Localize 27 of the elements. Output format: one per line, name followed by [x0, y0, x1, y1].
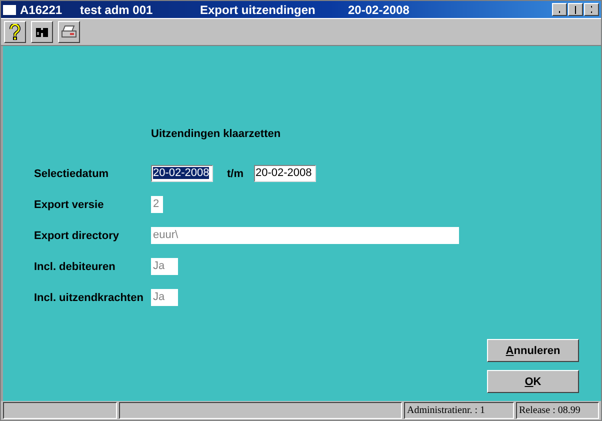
app-icon — [3, 4, 16, 14]
window-title: test adm 001 — [80, 2, 154, 16]
field-label: Incl. debiteuren — [34, 260, 116, 272]
field-label: Export directory — [34, 230, 120, 242]
window-title: Export uitzendingen — [200, 2, 316, 16]
field-label: Export versie — [34, 198, 105, 210]
input-field[interactable]: 20-02-2008 — [151, 165, 213, 182]
dialog-button[interactable]: OK — [487, 370, 579, 393]
form-heading: Uitzendingen klaarzetten — [151, 128, 282, 140]
printer-icon — [61, 25, 77, 39]
field-label: Incl. uitzendkrachten — [34, 292, 144, 304]
toolbar-button[interactable] — [58, 21, 80, 43]
window-title: 20-02-2008 — [348, 2, 410, 16]
status-cell: Administratienr. : 1 — [404, 402, 514, 419]
question-mark-icon — [8, 24, 22, 40]
dialog-button[interactable]: Annuleren — [487, 339, 579, 362]
status-cell: Release : 08.99 — [516, 402, 599, 419]
binoculars-icon — [35, 26, 49, 38]
maximize-button[interactable] — [568, 3, 583, 16]
minimize-button[interactable] — [552, 3, 567, 16]
field-label: Selectiedatum — [34, 168, 110, 180]
close-button[interactable] — [584, 3, 599, 16]
window-title: A16221 — [20, 2, 64, 16]
toolbar-button[interactable] — [4, 21, 26, 43]
toolbar-button[interactable] — [31, 21, 53, 43]
input-field[interactable]: 20-02-2008 — [254, 165, 316, 182]
range-separator: t/m — [227, 168, 244, 180]
